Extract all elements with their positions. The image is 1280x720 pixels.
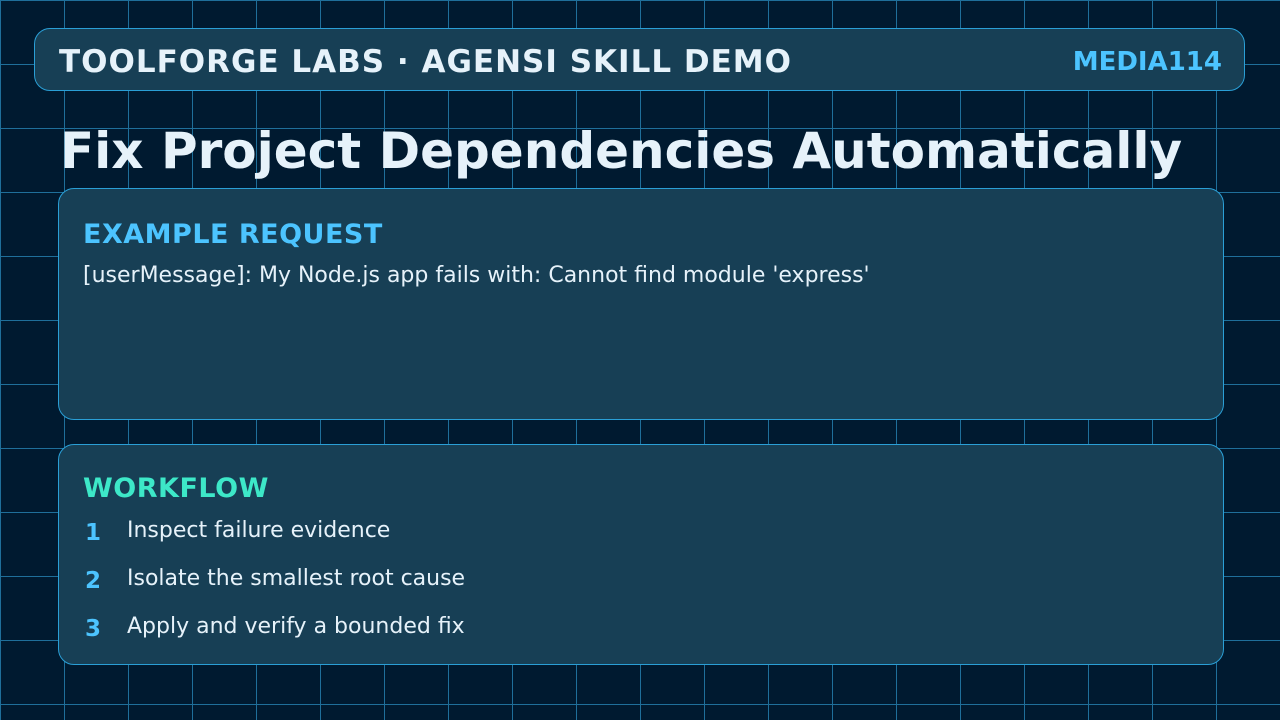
workflow-step: 3 Apply and verify a bounded fix (83, 613, 1183, 645)
step-number: 3 (85, 616, 102, 642)
example-request-heading: EXAMPLE REQUEST (83, 219, 383, 250)
media-id-label: MEDIA114 (1072, 47, 1222, 77)
workflow-heading: WORKFLOW (83, 473, 269, 504)
example-request-card: EXAMPLE REQUEST [userMessage]: My Node.j… (58, 188, 1224, 420)
step-label: Isolate the smallest root cause (127, 566, 466, 591)
step-label: Inspect failure evidence (127, 518, 391, 543)
step-number: 2 (85, 568, 102, 594)
page-title: Fix Project Dependencies Automatically (60, 122, 1183, 180)
workflow-card: WORKFLOW 1 Inspect failure evidence 2 Is… (58, 444, 1224, 665)
step-number: 1 (85, 520, 102, 546)
header-bar: TOOLFORGE LABS · AGENSI SKILL DEMO MEDIA… (34, 28, 1245, 91)
example-request-text: [userMessage]: My Node.js app fails with… (83, 263, 870, 288)
workflow-step: 1 Inspect failure evidence (83, 517, 1183, 549)
step-label: Apply and verify a bounded fix (127, 614, 465, 639)
brand-title: TOOLFORGE LABS · AGENSI SKILL DEMO (59, 44, 792, 80)
workflow-step: 2 Isolate the smallest root cause (83, 565, 1183, 597)
